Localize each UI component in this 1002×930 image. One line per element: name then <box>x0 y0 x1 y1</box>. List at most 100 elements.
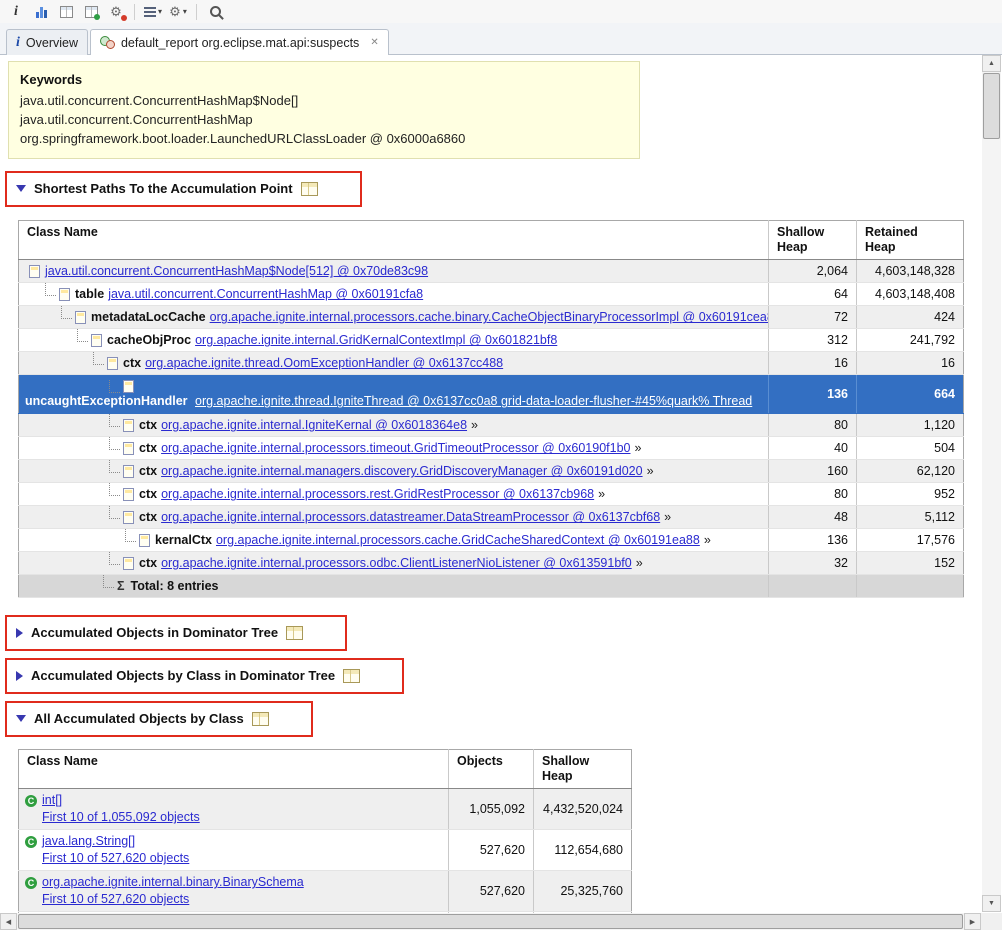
section-title: Shortest Paths To the Accumulation Point <box>34 181 293 196</box>
object-icon <box>91 334 102 347</box>
tree-connector <box>77 329 88 342</box>
open-in-table-icon[interactable] <box>343 669 360 683</box>
object-link[interactable]: java.util.concurrent.ConcurrentHashMap$N… <box>45 262 428 280</box>
object-link[interactable]: org.apache.ignite.internal.processors.ti… <box>161 439 630 457</box>
section-accumulated-by-class-dominator[interactable]: Accumulated Objects by Class in Dominato… <box>16 668 360 683</box>
retained-heap-cell <box>857 575 964 598</box>
vertical-scroll-thumb[interactable] <box>983 73 1000 139</box>
class-row[interactable]: Cint[]First 10 of 1,055,092 objects1,055… <box>19 789 632 830</box>
object-icon <box>139 534 150 547</box>
scroll-down-button[interactable]: ▼ <box>982 895 1001 912</box>
list-icon <box>144 7 156 17</box>
retained-heap-cell: 62,120 <box>857 460 964 483</box>
path-row[interactable]: ctx org.apache.ignite.internal.processor… <box>19 437 964 460</box>
path-row[interactable]: metadataLocCache org.apache.ignite.inter… <box>19 306 964 329</box>
path-row[interactable]: ctx org.apache.ignite.thread.OomExceptio… <box>19 352 964 375</box>
path-row[interactable]: table java.util.concurrent.ConcurrentHas… <box>19 283 964 306</box>
vertical-scrollbar[interactable]: ▲ ▼ <box>982 55 1001 912</box>
section-accumulated-dominator[interactable]: Accumulated Objects in Dominator Tree <box>16 625 303 640</box>
col-retained-heap[interactable]: Retained Heap <box>857 221 964 260</box>
shallow-heap-cell: 16 <box>769 352 857 375</box>
path-row[interactable]: ctx org.apache.ignite.internal.processor… <box>19 483 964 506</box>
scroll-up-button[interactable]: ▲ <box>982 55 1001 72</box>
object-link[interactable]: org.apache.ignite.internal.processors.od… <box>161 554 632 572</box>
leak-report-button[interactable]: ⚙ <box>105 2 127 22</box>
info-button[interactable]: i <box>5 2 27 22</box>
class-link[interactable]: org.apache.ignite.internal.binary.Binary… <box>42 874 304 891</box>
horizontal-scroll-thumb[interactable] <box>18 914 963 929</box>
class-name-cell: ctx org.apache.ignite.internal.managers.… <box>19 460 769 483</box>
path-row[interactable]: java.util.concurrent.ConcurrentHashMap$N… <box>19 260 964 283</box>
first-objects-link[interactable]: First 10 of 527,620 objects <box>42 892 189 906</box>
path-row[interactable]: cacheObjProc org.apache.ignite.internal.… <box>19 329 964 352</box>
col-class-name[interactable]: Class Name <box>19 221 769 260</box>
twistie-expanded-icon <box>16 185 26 192</box>
tab-label: default_report org.eclipse.mat.api:suspe… <box>121 36 359 50</box>
path-row[interactable]: ctx org.apache.ignite.internal.processor… <box>19 506 964 529</box>
object-link[interactable]: org.apache.ignite.internal.IgniteKernal … <box>161 416 467 434</box>
path-row[interactable]: ctx org.apache.ignite.internal.managers.… <box>19 460 964 483</box>
object-link[interactable]: org.apache.ignite.internal.processors.ca… <box>210 308 769 326</box>
section-title: Accumulated Objects in Dominator Tree <box>31 625 278 640</box>
dominator-tree-button[interactable] <box>55 2 77 22</box>
class-icon: C <box>25 795 37 807</box>
open-in-table-icon[interactable] <box>252 712 269 726</box>
tab-suspects-report[interactable]: default_report org.eclipse.mat.api:suspe… <box>90 29 389 55</box>
keyword-line: java.util.concurrent.ConcurrentHashMap$N… <box>20 92 628 111</box>
class-link[interactable]: int[] <box>42 792 62 809</box>
object-link[interactable]: org.apache.ignite.internal.processors.da… <box>161 508 660 526</box>
path-row[interactable]: uncaughtExceptionHandler org.apache.igni… <box>19 375 964 414</box>
class-row[interactable]: Corg.apache.ignite.internal.binary.Binar… <box>19 871 632 912</box>
scroll-left-button[interactable]: ◀ <box>0 913 17 930</box>
open-in-table-icon[interactable] <box>301 182 318 196</box>
object-icon <box>107 357 118 370</box>
field-label: ctx <box>139 508 157 526</box>
object-link[interactable]: java.util.concurrent.ConcurrentHashMap @… <box>108 285 423 303</box>
histogram-button[interactable] <box>30 2 52 22</box>
class-name-cell: Cjava.lang.String[]First 10 of 527,620 o… <box>19 830 449 871</box>
queries-menu-button[interactable]: ⚙▾ <box>167 2 189 22</box>
first-objects-link[interactable]: First 10 of 1,055,092 objects <box>42 810 200 824</box>
horizontal-scrollbar[interactable]: ◀ ▶ <box>0 913 981 930</box>
path-row[interactable]: ctx org.apache.ignite.internal.IgniteKer… <box>19 414 964 437</box>
object-link[interactable]: org.apache.ignite.internal.processors.re… <box>161 485 594 503</box>
shallow-heap-cell: 312 <box>769 329 857 352</box>
section-shortest-paths[interactable]: Shortest Paths To the Accumulation Point <box>16 181 318 196</box>
paths-table-body: java.util.concurrent.ConcurrentHashMap$N… <box>19 260 964 598</box>
col-shallow-heap[interactable]: Shallow Heap <box>534 750 632 789</box>
outgoing-refs-marker: » <box>704 531 711 549</box>
class-row[interactable]: Cjava.lang.String[]First 10 of 527,620 o… <box>19 830 632 871</box>
col-objects[interactable]: Objects <box>449 750 534 789</box>
objects-table-body: Cint[]First 10 of 1,055,092 objects1,055… <box>19 789 632 913</box>
oql-button[interactable] <box>80 2 102 22</box>
object-link[interactable]: org.apache.ignite.internal.processors.ca… <box>216 531 700 549</box>
total-row: ΣTotal: 8 entries <box>19 575 964 598</box>
object-icon <box>123 465 134 478</box>
tree-connector <box>93 352 104 365</box>
search-button[interactable] <box>204 2 226 22</box>
section-title: All Accumulated Objects by Class <box>34 711 244 726</box>
class-name-cell: metadataLocCache org.apache.ignite.inter… <box>19 306 769 329</box>
path-row[interactable]: ctx org.apache.ignite.internal.processor… <box>19 552 964 575</box>
object-link[interactable]: org.apache.ignite.thread.IgniteThread @ … <box>195 394 752 408</box>
close-tab-icon[interactable]: ✕ <box>370 37 378 48</box>
col-shallow-heap[interactable]: Shallow Heap <box>769 221 857 260</box>
class-link[interactable]: java.lang.String[] <box>42 833 135 850</box>
grouping-menu-button[interactable]: ▾ <box>142 2 164 22</box>
tree-connector <box>109 552 120 565</box>
path-row[interactable]: kernalCtx org.apache.ignite.internal.pro… <box>19 529 964 552</box>
object-link[interactable]: org.apache.ignite.thread.OomExceptionHan… <box>145 354 503 372</box>
shallow-heap-cell: 136 <box>769 375 857 414</box>
section-all-accumulated-by-class[interactable]: All Accumulated Objects by Class <box>16 711 269 726</box>
class-name-cell: ctx org.apache.ignite.internal.processor… <box>19 483 769 506</box>
open-in-table-icon[interactable] <box>286 626 303 640</box>
scroll-right-button[interactable]: ▶ <box>964 913 981 930</box>
object-link[interactable]: org.apache.ignite.internal.managers.disc… <box>161 462 642 480</box>
shallow-heap-cell: 112,654,680 <box>534 830 632 871</box>
retained-heap-cell: 17,576 <box>857 529 964 552</box>
col-class-name[interactable]: Class Name <box>19 750 449 789</box>
object-link[interactable]: org.apache.ignite.internal.GridKernalCon… <box>195 331 557 349</box>
object-icon <box>123 511 134 524</box>
first-objects-link[interactable]: First 10 of 527,620 objects <box>42 851 189 865</box>
tab-overview[interactable]: i Overview <box>6 29 88 55</box>
